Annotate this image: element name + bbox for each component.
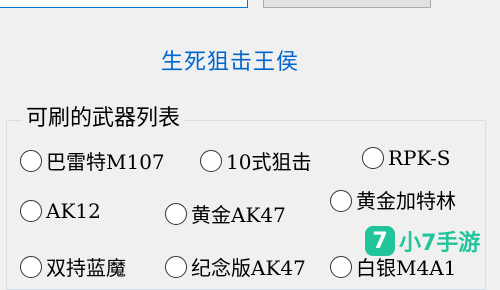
- title-link[interactable]: 生死狙击王侯: [0, 44, 460, 76]
- radio-option-4[interactable]: AK12: [20, 199, 101, 223]
- text-input[interactable]: [0, 0, 248, 8]
- radio-circle-icon[interactable]: [330, 190, 352, 212]
- radio-label: 黄金加特林: [356, 189, 456, 213]
- radio-option-7[interactable]: 双持蓝魔: [20, 252, 126, 281]
- top-button[interactable]: [263, 0, 431, 8]
- radio-option-2[interactable]: 10式狙击: [200, 146, 311, 175]
- radio-label: 10式狙击: [226, 150, 312, 174]
- radio-circle-icon[interactable]: [362, 147, 384, 169]
- radio-circle-icon[interactable]: [20, 149, 42, 172]
- radio-circle-icon[interactable]: [20, 255, 42, 278]
- watermark-logo-icon: 7: [365, 226, 395, 256]
- radio-option-3[interactable]: RPK-S: [362, 146, 450, 170]
- radio-label: RPK-S: [388, 146, 451, 170]
- radio-label: 纪念版AK47: [191, 256, 306, 280]
- radio-option-5[interactable]: 黄金AK47: [165, 199, 286, 228]
- radio-label: 黄金AK47: [191, 203, 286, 227]
- groupbox-legend: 可刷的武器列表: [22, 100, 185, 132]
- radio-option-6[interactable]: 黄金加特林: [330, 190, 466, 212]
- watermark-text: 小7手游: [399, 231, 481, 256]
- radio-circle-icon[interactable]: [330, 255, 352, 278]
- radio-label: 双持蓝魔: [46, 256, 126, 280]
- site-watermark: 7 小7手游: [365, 225, 480, 257]
- radio-circle-icon[interactable]: [165, 202, 187, 225]
- radio-circle-icon[interactable]: [20, 200, 42, 222]
- radio-option-1[interactable]: 巴雷特M107: [20, 146, 165, 175]
- radio-circle-icon[interactable]: [200, 149, 222, 172]
- radio-label: AK12: [46, 199, 101, 223]
- radio-circle-icon[interactable]: [165, 255, 187, 278]
- radio-option-8[interactable]: 纪念版AK47: [165, 252, 306, 281]
- radio-label: 巴雷特M107: [46, 150, 165, 174]
